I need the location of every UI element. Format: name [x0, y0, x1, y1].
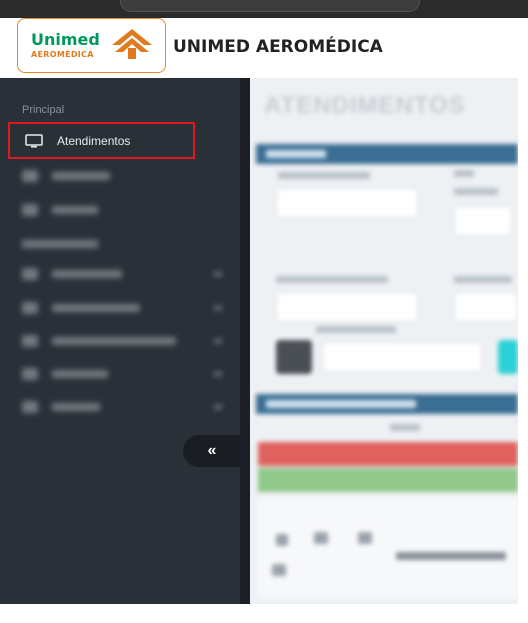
logo-subtitle: AEROMÉDICA [31, 50, 94, 59]
filter-input[interactable] [454, 206, 512, 236]
sidebar-collapse-button[interactable]: « [183, 435, 241, 467]
sidebar-item-atendimentos[interactable]: Atendimentos [8, 122, 195, 159]
filter-label [454, 188, 498, 195]
address-bar[interactable] [120, 0, 420, 12]
sidebar-item-blurred[interactable] [22, 368, 222, 380]
filter-input[interactable] [276, 292, 418, 322]
sidebar-edge [240, 78, 250, 604]
table-row[interactable] [258, 498, 518, 598]
filter-label [276, 276, 388, 283]
logo-wordmark: Unimed [31, 30, 100, 49]
column-header [390, 424, 420, 431]
filter-input[interactable] [454, 292, 518, 322]
monitor-icon [25, 133, 43, 147]
aeromedica-arrows-icon [112, 29, 152, 59]
sidebar-item-blurred[interactable] [22, 335, 222, 347]
sidebar-section-label: Principal [22, 104, 65, 116]
status-row-green[interactable] [258, 468, 518, 492]
brand-logo[interactable]: Unimed AEROMÉDICA [17, 18, 166, 73]
sidebar-item-blurred[interactable] [22, 170, 110, 182]
sidebar-section-blurred [22, 238, 98, 250]
filter-label [454, 170, 474, 177]
main-content: ATENDIMENTOS [250, 78, 518, 604]
filter-label [316, 326, 396, 333]
action-button[interactable] [498, 340, 518, 374]
filter-label [454, 276, 512, 283]
filters-header [256, 144, 518, 164]
bottom-strip [0, 604, 528, 623]
app-title: UNIMED AEROMÉDICA [173, 37, 383, 57]
sidebar-item-label: Atendimentos [57, 133, 131, 148]
sidebar-item-blurred[interactable] [22, 268, 222, 280]
status-row-red[interactable] [258, 442, 518, 466]
sidebar-item-blurred[interactable] [22, 401, 222, 413]
app-header: Unimed AEROMÉDICA UNIMED AEROMÉDICA [0, 18, 518, 78]
blurred-content: ATENDIMENTOS [250, 78, 518, 604]
page-title: ATENDIMENTOS [264, 92, 466, 119]
sidebar-item-blurred[interactable] [22, 204, 98, 216]
sidebar-item-blurred[interactable] [22, 302, 222, 314]
search-button[interactable] [276, 340, 312, 374]
filter-label [278, 172, 370, 179]
results-header [256, 394, 518, 414]
sidebar: Principal Atendimentos [0, 78, 240, 604]
filter-select[interactable] [322, 342, 482, 372]
browser-chrome [0, 0, 528, 18]
right-edge [518, 18, 528, 604]
filter-select[interactable] [276, 188, 418, 218]
